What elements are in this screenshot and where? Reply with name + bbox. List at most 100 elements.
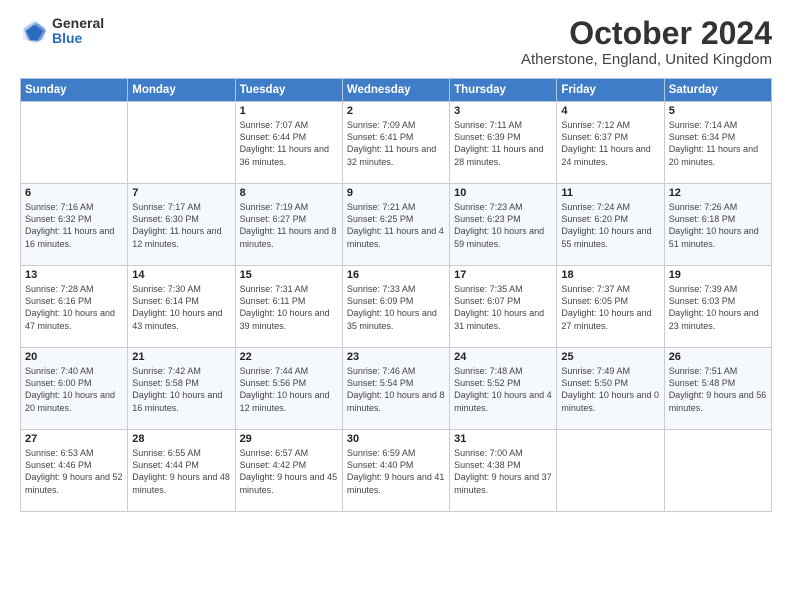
calendar-cell xyxy=(664,430,771,512)
day-number: 23 xyxy=(347,351,445,363)
day-detail: Sunrise: 7:17 AMSunset: 6:30 PMDaylight:… xyxy=(132,201,230,250)
day-number: 26 xyxy=(669,351,767,363)
day-detail: Sunrise: 7:26 AMSunset: 6:18 PMDaylight:… xyxy=(669,201,767,250)
calendar-cell: 19Sunrise: 7:39 AMSunset: 6:03 PMDayligh… xyxy=(664,266,771,348)
day-number: 29 xyxy=(240,433,338,445)
calendar-cell: 4Sunrise: 7:12 AMSunset: 6:37 PMDaylight… xyxy=(557,102,664,184)
header-day-tuesday: Tuesday xyxy=(235,79,342,102)
calendar-cell: 25 Sunrise: 7:49 AMSunset: 5:50 PMDayligh… xyxy=(557,348,664,430)
calendar-cell: 8 Sunrise: 7:19 AMSunset: 6:27 PMDaylight… xyxy=(235,184,342,266)
location: Atherstone, England, United Kingdom xyxy=(521,51,772,68)
calendar-cell: 29 Sunrise: 6:57 AMSunset: 4:42 PMDayligh… xyxy=(235,430,342,512)
header: General Blue October 2024 Atherstone, En… xyxy=(20,16,772,68)
calendar-cell: 20 Sunrise: 7:40 AMSunset: 6:00 PMDayligh… xyxy=(21,348,128,430)
calendar-cell: 28Sunrise: 6:55 AMSunset: 4:44 PMDayligh… xyxy=(128,430,235,512)
calendar-cell: 15Sunrise: 7:31 AMSunset: 6:11 PMDayligh… xyxy=(235,266,342,348)
day-detail: Sunrise: 6:59 AMSunset: 4:40 PMDaylight:… xyxy=(347,447,445,496)
day-detail: Sunrise: 7:23 AMSunset: 6:23 PMDaylight:… xyxy=(454,201,552,250)
calendar-cell: 22 Sunrise: 7:44 AMSunset: 5:56 PMDayligh… xyxy=(235,348,342,430)
calendar-week-3: 13 Sunrise: 7:28 AMSunset: 6:16 PMDayligh… xyxy=(21,266,772,348)
day-detail: Sunrise: 7:33 AMSunset: 6:09 PMDaylight:… xyxy=(347,283,445,332)
day-detail: Sunrise: 7:46 AMSunset: 5:54 PMDaylight:… xyxy=(347,365,445,414)
day-number: 11 xyxy=(561,187,659,199)
day-number: 18 xyxy=(561,269,659,281)
day-detail: Sunrise: 7:51 AMSunset: 5:48 PMDaylight:… xyxy=(669,365,767,414)
day-detail: Sunrise: 7:42 AMSunset: 5:58 PMDaylight:… xyxy=(132,365,230,414)
day-number: 9 xyxy=(347,187,445,199)
day-number: 25 xyxy=(561,351,659,363)
calendar-cell: 16Sunrise: 7:33 AMSunset: 6:09 PMDayligh… xyxy=(342,266,449,348)
day-number: 17 xyxy=(454,269,552,281)
day-number: 13 xyxy=(25,269,123,281)
day-detail: Sunrise: 7:44 AMSunset: 5:56 PMDaylight:… xyxy=(240,365,338,414)
calendar-cell: 10 Sunrise: 7:23 AMSunset: 6:23 PMDayligh… xyxy=(450,184,557,266)
calendar-cell: 6 Sunrise: 7:16 AMSunset: 6:32 PMDaylight… xyxy=(21,184,128,266)
day-number: 10 xyxy=(454,187,552,199)
day-number: 7 xyxy=(132,187,230,199)
day-detail: Sunrise: 7:28 AMSunset: 6:16 PMDaylight:… xyxy=(25,283,123,332)
calendar-cell: 24 Sunrise: 7:48 AMSunset: 5:52 PMDayligh… xyxy=(450,348,557,430)
day-detail: Sunrise: 7:48 AMSunset: 5:52 PMDaylight:… xyxy=(454,365,552,414)
day-detail: Sunrise: 7:11 AMSunset: 6:39 PMDaylight:… xyxy=(454,119,552,168)
day-number: 1 xyxy=(240,105,338,117)
day-number: 24 xyxy=(454,351,552,363)
calendar-cell: 1 Sunrise: 7:07 AMSunset: 6:44 PMDaylight… xyxy=(235,102,342,184)
calendar-cell: 21 Sunrise: 7:42 AMSunset: 5:58 PMDayligh… xyxy=(128,348,235,430)
calendar-week-1: 1 Sunrise: 7:07 AMSunset: 6:44 PMDaylight… xyxy=(21,102,772,184)
calendar-header-row: SundayMondayTuesdayWednesdayThursdayFrid… xyxy=(21,79,772,102)
day-number: 8 xyxy=(240,187,338,199)
day-number: 21 xyxy=(132,351,230,363)
calendar-cell: 31Sunrise: 7:00 AMSunset: 4:38 PMDayligh… xyxy=(450,430,557,512)
header-day-monday: Monday xyxy=(128,79,235,102)
logo-text: General Blue xyxy=(52,16,104,47)
day-detail: Sunrise: 7:40 AMSunset: 6:00 PMDaylight:… xyxy=(25,365,123,414)
day-number: 14 xyxy=(132,269,230,281)
calendar-cell: 11 Sunrise: 7:24 AMSunset: 6:20 PMDayligh… xyxy=(557,184,664,266)
day-number: 6 xyxy=(25,187,123,199)
calendar-cell xyxy=(557,430,664,512)
calendar-table: SundayMondayTuesdayWednesdayThursdayFrid… xyxy=(20,78,772,512)
header-day-friday: Friday xyxy=(557,79,664,102)
month-title: October 2024 xyxy=(521,16,772,51)
calendar-cell: 18 Sunrise: 7:37 AMSunset: 6:05 PMDayligh… xyxy=(557,266,664,348)
calendar-cell: 13 Sunrise: 7:28 AMSunset: 6:16 PMDayligh… xyxy=(21,266,128,348)
day-detail: Sunrise: 6:57 AMSunset: 4:42 PMDaylight:… xyxy=(240,447,338,496)
header-day-saturday: Saturday xyxy=(664,79,771,102)
day-number: 2 xyxy=(347,105,445,117)
calendar-week-4: 20 Sunrise: 7:40 AMSunset: 6:00 PMDayligh… xyxy=(21,348,772,430)
calendar-cell: 27Sunrise: 6:53 AMSunset: 4:46 PMDayligh… xyxy=(21,430,128,512)
day-detail: Sunrise: 6:53 AMSunset: 4:46 PMDaylight:… xyxy=(25,447,123,496)
logo: General Blue xyxy=(20,16,104,47)
header-day-wednesday: Wednesday xyxy=(342,79,449,102)
day-detail: Sunrise: 7:21 AMSunset: 6:25 PMDaylight:… xyxy=(347,201,445,250)
day-detail: Sunrise: 7:24 AMSunset: 6:20 PMDaylight:… xyxy=(561,201,659,250)
calendar-cell: 12Sunrise: 7:26 AMSunset: 6:18 PMDayligh… xyxy=(664,184,771,266)
day-detail: Sunrise: 7:16 AMSunset: 6:32 PMDaylight:… xyxy=(25,201,123,250)
day-detail: Sunrise: 7:31 AMSunset: 6:11 PMDaylight:… xyxy=(240,283,338,332)
calendar-cell: 17 Sunrise: 7:35 AMSunset: 6:07 PMDayligh… xyxy=(450,266,557,348)
day-detail: Sunrise: 7:37 AMSunset: 6:05 PMDaylight:… xyxy=(561,283,659,332)
logo-general-text: General xyxy=(52,16,104,31)
header-day-thursday: Thursday xyxy=(450,79,557,102)
logo-icon xyxy=(20,17,48,45)
calendar-cell: 7 Sunrise: 7:17 AMSunset: 6:30 PMDaylight… xyxy=(128,184,235,266)
day-number: 22 xyxy=(240,351,338,363)
day-detail: Sunrise: 7:49 AMSunset: 5:50 PMDaylight:… xyxy=(561,365,659,414)
day-number: 20 xyxy=(25,351,123,363)
day-number: 5 xyxy=(669,105,767,117)
header-day-sunday: Sunday xyxy=(21,79,128,102)
day-detail: Sunrise: 7:07 AMSunset: 6:44 PMDaylight:… xyxy=(240,119,338,168)
day-number: 19 xyxy=(669,269,767,281)
calendar-cell: 14Sunrise: 7:30 AMSunset: 6:14 PMDayligh… xyxy=(128,266,235,348)
day-detail: Sunrise: 7:19 AMSunset: 6:27 PMDaylight:… xyxy=(240,201,338,250)
day-detail: Sunrise: 7:35 AMSunset: 6:07 PMDaylight:… xyxy=(454,283,552,332)
day-detail: Sunrise: 7:14 AMSunset: 6:34 PMDaylight:… xyxy=(669,119,767,168)
day-number: 30 xyxy=(347,433,445,445)
calendar-cell: 5 Sunrise: 7:14 AMSunset: 6:34 PMDaylight… xyxy=(664,102,771,184)
calendar-cell: 2Sunrise: 7:09 AMSunset: 6:41 PMDaylight… xyxy=(342,102,449,184)
day-detail: Sunrise: 7:12 AMSunset: 6:37 PMDaylight:… xyxy=(561,119,659,168)
calendar-cell: 9 Sunrise: 7:21 AMSunset: 6:25 PMDaylight… xyxy=(342,184,449,266)
calendar-cell xyxy=(21,102,128,184)
calendar-cell: 30 Sunrise: 6:59 AMSunset: 4:40 PMDayligh… xyxy=(342,430,449,512)
calendar-week-2: 6 Sunrise: 7:16 AMSunset: 6:32 PMDaylight… xyxy=(21,184,772,266)
